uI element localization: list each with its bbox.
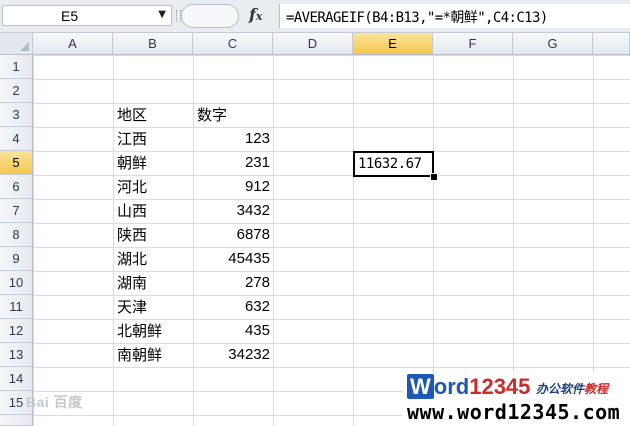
cell-c13[interactable]: 34232 [194,343,273,367]
row-header-4[interactable]: 4 [0,127,33,151]
column-header-h[interactable] [593,33,630,55]
column-header-a[interactable]: A [33,33,113,55]
tagline-a: 办公软件 [536,382,585,396]
row-header-11[interactable]: 11 [0,295,33,319]
row-header-6[interactable]: 6 [0,175,33,199]
cell-c12[interactable]: 435 [194,319,273,343]
select-all-corner[interactable] [0,33,33,55]
baidu-watermark: Bai 百度 [26,394,83,410]
row-header-12[interactable]: 12 [0,319,33,343]
row-header-9[interactable]: 9 [0,247,33,271]
logo-ord: ord [433,374,470,399]
chevron-down-icon[interactable]: ▼ [158,9,166,20]
formula-input[interactable]: =AVERAGEIF(B4:B13,"=*朝鲜",C4:C13) [279,4,630,28]
cell-b4[interactable]: 江西 [114,127,193,151]
word12345-watermark: Word12345 办公软件教程 www.word12345.com [403,372,630,426]
cell-c10[interactable]: 278 [194,271,273,295]
row-header-7[interactable]: 7 [0,199,33,223]
cell-e5-value: 11632.67 [358,156,422,172]
cell-e5-active[interactable]: 11632.67 [353,151,434,177]
logo-num: 12345 [469,374,531,399]
cell-b13[interactable]: 南朝鲜 [114,343,193,367]
cell-b9[interactable]: 湖北 [114,247,193,271]
word12345-url: www.word12345.com [407,400,621,424]
cell-b5[interactable]: 朝鲜 [114,151,193,175]
cell-b10[interactable]: 湖南 [114,271,193,295]
cell-c11[interactable]: 632 [194,295,273,319]
cell-c8[interactable]: 6878 [194,223,273,247]
column-header-d[interactable]: D [273,33,353,55]
column-header-e[interactable]: E [353,33,433,55]
row-header-2[interactable]: 2 [0,79,33,103]
cell-c3[interactable]: 数字 [194,103,273,127]
formula-controls[interactable] [181,4,239,28]
cell-b11[interactable]: 天津 [114,295,193,319]
cell-b8[interactable]: 陕西 [114,223,193,247]
row-header-14[interactable]: 14 [0,367,33,391]
formula-bar-area: E5 ▼ fx =AVERAGEIF(B4:B13,"=*朝鲜",C4:C13) [0,0,630,33]
row-header-16[interactable] [0,415,33,426]
word12345-logo: Word12345 [407,374,531,399]
row-header-5[interactable]: 5 [0,151,33,175]
logo-w: W [407,374,434,399]
row-header-10[interactable]: 10 [0,271,33,295]
cell-b6[interactable]: 河北 [114,175,193,199]
column-header-c[interactable]: C [193,33,273,55]
cell-b7[interactable]: 山西 [114,199,193,223]
name-box-value: E5 [61,8,79,24]
row-header-1[interactable]: 1 [0,55,33,79]
fill-handle[interactable] [430,173,438,181]
cell-b12[interactable]: 北朝鲜 [114,319,193,343]
row-header-13[interactable]: 13 [0,343,33,367]
column-header-g[interactable]: G [513,33,593,55]
cell-c5[interactable]: 231 [194,151,273,175]
column-header-f[interactable]: F [433,33,513,55]
formula-text: =AVERAGEIF(B4:B13,"=*朝鲜",C4:C13) [286,10,548,26]
column-header-b[interactable]: B [113,33,193,55]
word12345-tagline: 办公软件教程 [536,380,608,397]
row-header-3[interactable]: 3 [0,103,33,127]
cell-c6[interactable]: 912 [194,175,273,199]
tagline-b: 教程 [584,382,609,396]
cell-b3[interactable]: 地区 [114,103,193,127]
cell-c7[interactable]: 3432 [194,199,273,223]
cell-c4[interactable]: 123 [194,127,273,151]
cell-c9[interactable]: 45435 [194,247,273,271]
select-all-icon [20,42,29,51]
name-box[interactable]: E5 ▼ [2,5,172,26]
row-header-8[interactable]: 8 [0,223,33,247]
insert-function-icon[interactable]: fx [249,5,262,24]
